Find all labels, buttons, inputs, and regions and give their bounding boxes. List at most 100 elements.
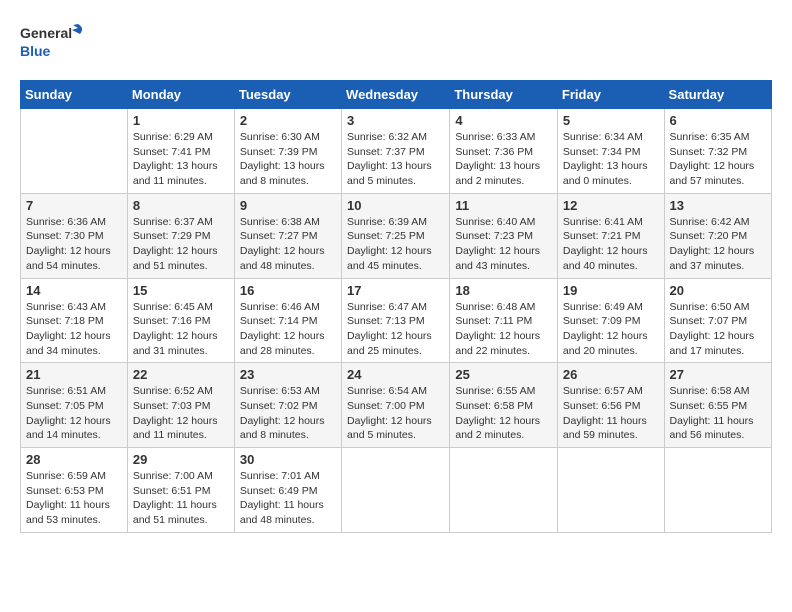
calendar-cell: 9 Sunrise: 6:38 AMSunset: 7:27 PMDaylight… bbox=[234, 193, 341, 278]
day-number: 6 bbox=[670, 113, 766, 128]
day-number: 21 bbox=[26, 367, 122, 382]
day-info: Sunrise: 6:35 AMSunset: 7:32 PMDaylight:… bbox=[670, 130, 766, 189]
day-number: 28 bbox=[26, 452, 122, 467]
day-info: Sunrise: 6:38 AMSunset: 7:27 PMDaylight:… bbox=[240, 215, 336, 274]
calendar-cell: 30Sunrise: 7:01 AMSunset: 6:49 PMDayligh… bbox=[234, 448, 341, 533]
day-number: 16 bbox=[240, 283, 336, 298]
day-info: Sunrise: 6:51 AMSunset: 7:05 PMDaylight:… bbox=[26, 384, 122, 443]
page-header: General Blue bbox=[20, 20, 772, 70]
day-number: 13 bbox=[670, 198, 766, 213]
day-number: 9 bbox=[240, 198, 336, 213]
header-cell-monday: Monday bbox=[127, 81, 234, 109]
calendar-cell: 27 Sunrise: 6:58 AMSunset: 6:55 PMDayligh… bbox=[664, 363, 771, 448]
calendar-cell: 3 Sunrise: 6:32 AMSunset: 7:37 PMDaylight… bbox=[342, 109, 450, 194]
svg-text:Blue: Blue bbox=[20, 43, 51, 59]
day-info: Sunrise: 6:48 AMSunset: 7:11 PMDaylight:… bbox=[455, 300, 552, 359]
day-number: 14 bbox=[26, 283, 122, 298]
calendar-cell: 21 Sunrise: 6:51 AMSunset: 7:05 PMDayligh… bbox=[21, 363, 128, 448]
calendar-cell: 25Sunrise: 6:55 AMSunset: 6:58 PMDayligh… bbox=[450, 363, 558, 448]
calendar-week-2: 14 Sunrise: 6:43 AMSunset: 7:18 PMDayligh… bbox=[21, 278, 772, 363]
day-info: Sunrise: 6:45 AMSunset: 7:16 PMDaylight:… bbox=[133, 300, 229, 359]
day-info: Sunrise: 6:54 AMSunset: 7:00 PMDaylight:… bbox=[347, 384, 444, 443]
calendar-cell bbox=[450, 448, 558, 533]
calendar-cell: 14 Sunrise: 6:43 AMSunset: 7:18 PMDayligh… bbox=[21, 278, 128, 363]
calendar-cell bbox=[664, 448, 771, 533]
day-info: Sunrise: 6:52 AMSunset: 7:03 PMDaylight:… bbox=[133, 384, 229, 443]
day-number: 19 bbox=[563, 283, 659, 298]
day-number: 29 bbox=[133, 452, 229, 467]
day-number: 5 bbox=[563, 113, 659, 128]
day-number: 3 bbox=[347, 113, 444, 128]
calendar-cell: 6 Sunrise: 6:35 AMSunset: 7:32 PMDaylight… bbox=[664, 109, 771, 194]
day-info: Sunrise: 7:00 AMSunset: 6:51 PMDaylight:… bbox=[133, 469, 229, 528]
day-info: Sunrise: 6:47 AMSunset: 7:13 PMDaylight:… bbox=[347, 300, 444, 359]
calendar-cell: 15 Sunrise: 6:45 AMSunset: 7:16 PMDayligh… bbox=[127, 278, 234, 363]
day-info: Sunrise: 6:36 AMSunset: 7:30 PMDaylight:… bbox=[26, 215, 122, 274]
calendar-header: SundayMondayTuesdayWednesdayThursdayFrid… bbox=[21, 81, 772, 109]
day-info: Sunrise: 6:41 AMSunset: 7:21 PMDaylight:… bbox=[563, 215, 659, 274]
calendar-cell: 26 Sunrise: 6:57 AMSunset: 6:56 PMDayligh… bbox=[557, 363, 664, 448]
calendar-week-1: 7 Sunrise: 6:36 AMSunset: 7:30 PMDaylight… bbox=[21, 193, 772, 278]
day-number: 15 bbox=[133, 283, 229, 298]
day-info: Sunrise: 6:49 AMSunset: 7:09 PMDaylight:… bbox=[563, 300, 659, 359]
calendar-cell: 16 Sunrise: 6:46 AMSunset: 7:14 PMDayligh… bbox=[234, 278, 341, 363]
header-row: SundayMondayTuesdayWednesdayThursdayFrid… bbox=[21, 81, 772, 109]
calendar-cell: 7 Sunrise: 6:36 AMSunset: 7:30 PMDaylight… bbox=[21, 193, 128, 278]
day-number: 2 bbox=[240, 113, 336, 128]
day-info: Sunrise: 6:34 AMSunset: 7:34 PMDaylight:… bbox=[563, 130, 659, 189]
day-info: Sunrise: 6:39 AMSunset: 7:25 PMDaylight:… bbox=[347, 215, 444, 274]
day-info: Sunrise: 6:58 AMSunset: 6:55 PMDaylight:… bbox=[670, 384, 766, 443]
day-info: Sunrise: 6:37 AMSunset: 7:29 PMDaylight:… bbox=[133, 215, 229, 274]
day-number: 7 bbox=[26, 198, 122, 213]
calendar-table: SundayMondayTuesdayWednesdayThursdayFrid… bbox=[20, 80, 772, 533]
header-cell-tuesday: Tuesday bbox=[234, 81, 341, 109]
day-info: Sunrise: 6:53 AMSunset: 7:02 PMDaylight:… bbox=[240, 384, 336, 443]
day-info: Sunrise: 6:32 AMSunset: 7:37 PMDaylight:… bbox=[347, 130, 444, 189]
day-number: 27 bbox=[670, 367, 766, 382]
calendar-week-3: 21 Sunrise: 6:51 AMSunset: 7:05 PMDayligh… bbox=[21, 363, 772, 448]
day-number: 18 bbox=[455, 283, 552, 298]
day-number: 17 bbox=[347, 283, 444, 298]
calendar-cell: 19 Sunrise: 6:49 AMSunset: 7:09 PMDayligh… bbox=[557, 278, 664, 363]
header-cell-sunday: Sunday bbox=[21, 81, 128, 109]
day-info: Sunrise: 6:33 AMSunset: 7:36 PMDaylight:… bbox=[455, 130, 552, 189]
calendar-cell: 5 Sunrise: 6:34 AMSunset: 7:34 PMDaylight… bbox=[557, 109, 664, 194]
svg-text:General: General bbox=[20, 25, 72, 41]
calendar-cell: 28Sunrise: 6:59 AMSunset: 6:53 PMDayligh… bbox=[21, 448, 128, 533]
day-info: Sunrise: 6:43 AMSunset: 7:18 PMDaylight:… bbox=[26, 300, 122, 359]
calendar-cell: 24 Sunrise: 6:54 AMSunset: 7:00 PMDayligh… bbox=[342, 363, 450, 448]
day-number: 4 bbox=[455, 113, 552, 128]
day-info: Sunrise: 6:29 AMSunset: 7:41 PMDaylight:… bbox=[133, 130, 229, 189]
day-info: Sunrise: 6:46 AMSunset: 7:14 PMDaylight:… bbox=[240, 300, 336, 359]
day-number: 11 bbox=[455, 198, 552, 213]
calendar-cell: 13Sunrise: 6:42 AMSunset: 7:20 PMDayligh… bbox=[664, 193, 771, 278]
calendar-cell: 23 Sunrise: 6:53 AMSunset: 7:02 PMDayligh… bbox=[234, 363, 341, 448]
day-info: Sunrise: 6:57 AMSunset: 6:56 PMDaylight:… bbox=[563, 384, 659, 443]
day-number: 1 bbox=[133, 113, 229, 128]
calendar-cell bbox=[557, 448, 664, 533]
day-number: 25 bbox=[455, 367, 552, 382]
header-cell-saturday: Saturday bbox=[664, 81, 771, 109]
calendar-cell: 17 Sunrise: 6:47 AMSunset: 7:13 PMDayligh… bbox=[342, 278, 450, 363]
calendar-cell: 8Sunrise: 6:37 AMSunset: 7:29 PMDaylight… bbox=[127, 193, 234, 278]
calendar-cell: 20Sunrise: 6:50 AMSunset: 7:07 PMDayligh… bbox=[664, 278, 771, 363]
day-number: 26 bbox=[563, 367, 659, 382]
calendar-cell: 22 Sunrise: 6:52 AMSunset: 7:03 PMDayligh… bbox=[127, 363, 234, 448]
day-number: 23 bbox=[240, 367, 336, 382]
calendar-cell: 18 Sunrise: 6:48 AMSunset: 7:11 PMDayligh… bbox=[450, 278, 558, 363]
day-number: 10 bbox=[347, 198, 444, 213]
day-number: 12 bbox=[563, 198, 659, 213]
day-info: Sunrise: 6:50 AMSunset: 7:07 PMDaylight:… bbox=[670, 300, 766, 359]
calendar-body: 1 Sunrise: 6:29 AMSunset: 7:41 PMDaylight… bbox=[21, 109, 772, 533]
calendar-cell: 12 Sunrise: 6:41 AMSunset: 7:21 PMDayligh… bbox=[557, 193, 664, 278]
day-info: Sunrise: 6:30 AMSunset: 7:39 PMDaylight:… bbox=[240, 130, 336, 189]
calendar-cell: 10 Sunrise: 6:39 AMSunset: 7:25 PMDayligh… bbox=[342, 193, 450, 278]
calendar-cell bbox=[342, 448, 450, 533]
day-info: Sunrise: 7:01 AMSunset: 6:49 PMDaylight:… bbox=[240, 469, 336, 528]
calendar-cell: 4 Sunrise: 6:33 AMSunset: 7:36 PMDaylight… bbox=[450, 109, 558, 194]
calendar-cell bbox=[21, 109, 128, 194]
calendar-cell: 1 Sunrise: 6:29 AMSunset: 7:41 PMDaylight… bbox=[127, 109, 234, 194]
logo: General Blue bbox=[20, 20, 90, 70]
day-number: 24 bbox=[347, 367, 444, 382]
day-number: 22 bbox=[133, 367, 229, 382]
